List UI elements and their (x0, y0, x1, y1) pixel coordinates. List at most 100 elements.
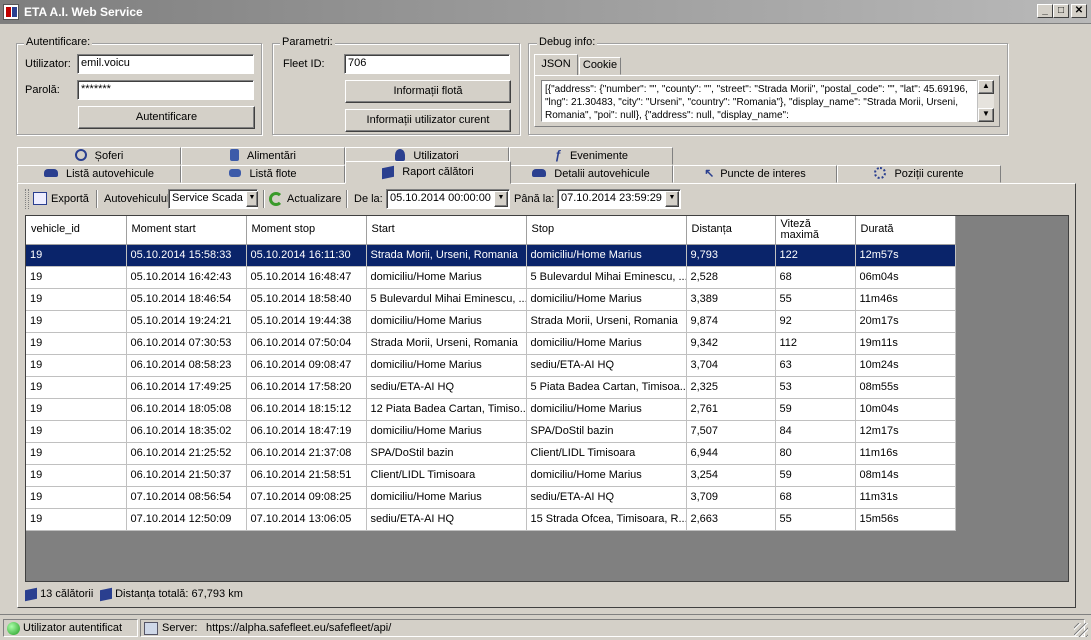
table-cell[interactable]: domiciliu/Home Marius (366, 310, 527, 333)
table-cell[interactable]: 19 (26, 464, 127, 487)
table-cell[interactable]: 05.10.2014 16:11:30 (246, 244, 367, 267)
table-row[interactable]: 19 07.10.2014 12:50:09 07.10.2014 13:06:05… (26, 508, 956, 531)
column-header[interactable]: Moment start (126, 216, 247, 245)
column-header[interactable]: Stop (526, 216, 687, 245)
table-cell[interactable]: Client/LIDL Timisoara (526, 442, 687, 465)
table-cell[interactable]: sediu/ETA-AI HQ (366, 508, 527, 531)
table-row[interactable]: 19 06.10.2014 18:35:02 06.10.2014 18:47:19… (26, 420, 956, 443)
table-cell[interactable]: 9,874 (686, 310, 776, 333)
table-cell[interactable]: 7,507 (686, 420, 776, 443)
fleet-id-field[interactable]: 706 (344, 54, 510, 74)
table-cell[interactable]: 10m24s (855, 354, 956, 377)
table-cell[interactable]: 05.10.2014 19:44:38 (246, 310, 367, 333)
table-cell[interactable]: 11m16s (855, 442, 956, 465)
tab-trip-report[interactable]: Raport călători (345, 161, 511, 184)
table-cell[interactable]: 06.10.2014 21:58:51 (246, 464, 367, 487)
table-cell[interactable]: 9,342 (686, 332, 776, 355)
table-cell[interactable]: 19 (26, 376, 127, 399)
table-cell[interactable]: 06.10.2014 18:05:08 (126, 398, 247, 421)
table-row[interactable]: 19 06.10.2014 21:50:37 06.10.2014 21:58:51… (26, 464, 956, 487)
table-cell[interactable]: 06.10.2014 07:30:53 (126, 332, 247, 355)
trips-grid[interactable]: vehicle_id Moment start Moment stop Star… (25, 215, 1069, 582)
table-cell[interactable]: 05.10.2014 18:58:40 (246, 288, 367, 311)
table-cell[interactable]: 06.10.2014 09:08:47 (246, 354, 367, 377)
table-cell[interactable]: 19m11s (855, 332, 956, 355)
table-cell[interactable]: 2,325 (686, 376, 776, 399)
table-cell[interactable]: 55 (775, 288, 856, 311)
export-icon[interactable] (33, 192, 47, 205)
table-cell[interactable]: 19 (26, 486, 127, 509)
table-cell[interactable]: Strada Morii, Urseni, Romania (366, 244, 527, 267)
tab-drivers[interactable]: Șoferi (17, 147, 181, 165)
table-cell[interactable]: 6,944 (686, 442, 776, 465)
table-cell[interactable]: 80 (775, 442, 856, 465)
table-cell[interactable]: 05.10.2014 18:46:54 (126, 288, 247, 311)
table-cell[interactable]: 06.10.2014 07:50:04 (246, 332, 367, 355)
column-header[interactable]: Distanța (686, 216, 776, 245)
table-row[interactable]: 19 06.10.2014 21:25:52 06.10.2014 21:37:08… (26, 442, 956, 465)
table-cell[interactable]: 2,528 (686, 266, 776, 289)
table-cell[interactable]: 112 (775, 332, 856, 355)
chevron-down-icon[interactable]: ▼ (494, 191, 508, 207)
table-cell[interactable]: Client/LIDL Timisoara (366, 464, 527, 487)
table-cell[interactable]: 15m56s (855, 508, 956, 531)
fleet-info-button[interactable]: Informații flotă (345, 80, 511, 103)
table-cell[interactable]: 5 Piata Badea Cartan, Timisoa... (526, 376, 687, 399)
table-cell[interactable]: 06.10.2014 17:49:25 (126, 376, 247, 399)
table-cell[interactable]: 05.10.2014 16:48:47 (246, 266, 367, 289)
scroll-up-icon[interactable]: ▲ (978, 80, 994, 94)
table-cell[interactable]: 2,761 (686, 398, 776, 421)
table-cell[interactable]: SPA/DoStil bazin (366, 442, 527, 465)
table-cell[interactable]: 19 (26, 508, 127, 531)
table-cell[interactable]: 06m04s (855, 266, 956, 289)
table-cell[interactable]: domiciliu/Home Marius (526, 288, 687, 311)
table-cell[interactable]: 19 (26, 288, 127, 311)
tab-fuel[interactable]: Alimentări (181, 147, 345, 165)
vehicle-select[interactable]: Service Scada (168, 189, 258, 209)
table-cell[interactable]: 19 (26, 398, 127, 421)
title-bar[interactable]: ETA A.I. Web Service _ □ ✕ (0, 0, 1091, 24)
table-row[interactable]: 19 06.10.2014 07:30:53 06.10.2014 07:50:04… (26, 332, 956, 355)
table-cell[interactable]: 07.10.2014 08:56:54 (126, 486, 247, 509)
table-cell[interactable]: 20m17s (855, 310, 956, 333)
table-cell[interactable]: 3,709 (686, 486, 776, 509)
refresh-button[interactable]: Actualizare (287, 193, 341, 205)
table-cell[interactable]: 3,389 (686, 288, 776, 311)
column-header[interactable]: Moment stop (246, 216, 367, 245)
table-row[interactable]: 19 05.10.2014 18:46:54 05.10.2014 18:58:40… (26, 288, 956, 311)
table-row[interactable]: 19 06.10.2014 18:05:08 06.10.2014 18:15:12… (26, 398, 956, 421)
table-cell[interactable]: 84 (775, 420, 856, 443)
table-cell[interactable]: 59 (775, 464, 856, 487)
table-cell[interactable]: 19 (26, 244, 127, 267)
table-row[interactable]: 19 05.10.2014 16:42:43 05.10.2014 16:48:47… (26, 266, 956, 289)
table-cell[interactable]: 19 (26, 442, 127, 465)
table-cell[interactable]: SPA/DoStil bazin (526, 420, 687, 443)
debug-json-text[interactable]: [{"address": {"number": "", "county": ""… (541, 80, 977, 122)
tab-poi[interactable]: ↖ Puncte de interes (673, 165, 837, 183)
table-cell[interactable]: sediu/ETA-AI HQ (366, 376, 527, 399)
table-cell[interactable]: 06.10.2014 18:47:19 (246, 420, 367, 443)
table-cell[interactable]: domiciliu/Home Marius (526, 398, 687, 421)
table-cell[interactable]: 07.10.2014 09:08:25 (246, 486, 367, 509)
table-cell[interactable]: 05.10.2014 16:42:43 (126, 266, 247, 289)
table-cell[interactable]: 07.10.2014 13:06:05 (246, 508, 367, 531)
table-cell[interactable]: 19 (26, 420, 127, 443)
table-row[interactable]: 19 05.10.2014 15:58:33 05.10.2014 16:11:30… (26, 244, 956, 267)
tab-fleet-list[interactable]: Listă flote (181, 165, 345, 183)
table-cell[interactable]: 63 (775, 354, 856, 377)
table-cell[interactable]: Strada Morii, Urseni, Romania (366, 332, 527, 355)
table-cell[interactable]: sediu/ETA-AI HQ (526, 354, 687, 377)
table-cell[interactable]: domiciliu/Home Marius (366, 266, 527, 289)
table-cell[interactable]: 3,254 (686, 464, 776, 487)
table-cell[interactable]: domiciliu/Home Marius (366, 486, 527, 509)
table-cell[interactable]: 07.10.2014 12:50:09 (126, 508, 247, 531)
table-cell[interactable]: 11m46s (855, 288, 956, 311)
from-date-picker[interactable]: 05.10.2014 00:00:00 (386, 189, 510, 209)
tab-events[interactable]: ƒ Evenimente (509, 147, 673, 165)
table-cell[interactable]: 19 (26, 310, 127, 333)
table-cell[interactable]: 12m17s (855, 420, 956, 443)
maximize-button[interactable]: □ (1053, 4, 1069, 18)
refresh-icon[interactable] (269, 192, 283, 206)
column-header[interactable]: Durată (855, 216, 956, 245)
password-field[interactable]: ******* (77, 80, 254, 100)
